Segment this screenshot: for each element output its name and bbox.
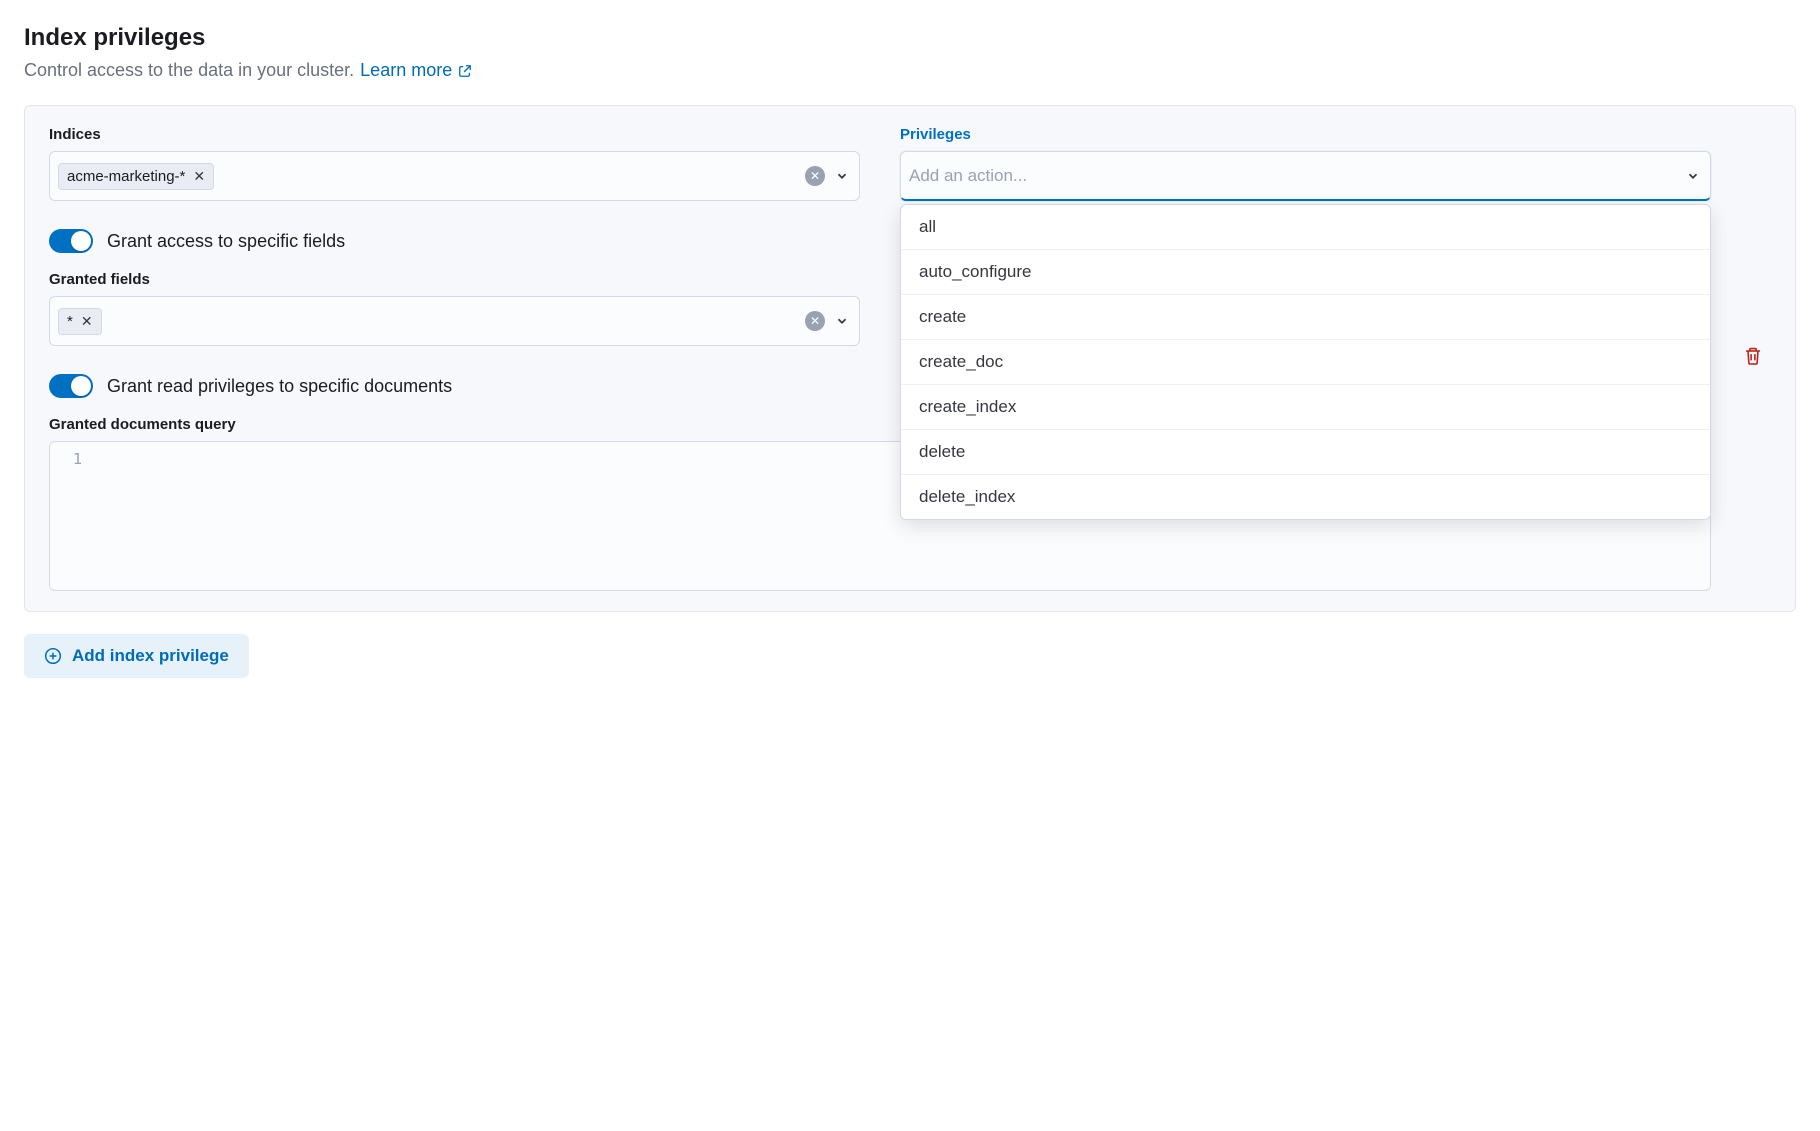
add-index-privilege-button[interactable]: Add index privilege [24, 634, 249, 678]
indices-label: Indices [49, 126, 860, 143]
indices-combobox[interactable]: acme-marketing-* ✕ ✕ [49, 151, 860, 201]
section-description-text: Control access to the data in your clust… [24, 60, 354, 81]
privilege-option-auto-configure[interactable]: auto_configure [901, 249, 1710, 294]
privilege-option-create[interactable]: create [901, 294, 1710, 339]
privilege-option-create-doc[interactable]: create_doc [901, 339, 1710, 384]
granted-fields-combobox[interactable]: * ✕ ✕ [49, 296, 860, 346]
clear-granted-fields-icon[interactable]: ✕ [805, 311, 825, 331]
privileges-input[interactable] [909, 152, 1676, 199]
privilege-panel: Indices acme-marketing-* ✕ ✕ Grant acces… [24, 105, 1796, 612]
grant-fields-toggle-label: Grant access to specific fields [107, 231, 345, 252]
privileges-label: Privileges [900, 126, 1711, 143]
privilege-option-delete[interactable]: delete [901, 429, 1710, 474]
indices-tag: acme-marketing-* ✕ [58, 163, 214, 190]
grant-docs-toggle[interactable] [49, 374, 93, 398]
plus-circle-icon [44, 647, 62, 665]
remove-tag-icon[interactable]: ✕ [193, 169, 205, 183]
privilege-option-create-index[interactable]: create_index [901, 384, 1710, 429]
granted-fields-input[interactable] [110, 297, 797, 345]
privilege-option-delete-index[interactable]: delete_index [901, 474, 1710, 519]
clear-indices-icon[interactable]: ✕ [805, 166, 825, 186]
learn-more-link[interactable]: Learn more [360, 60, 472, 81]
remove-tag-icon[interactable]: ✕ [81, 314, 93, 328]
granted-fields-tag-text: * [67, 313, 73, 330]
grant-docs-toggle-row: Grant read privileges to specific docume… [49, 374, 860, 398]
add-index-privilege-label: Add index privilege [72, 646, 229, 666]
chevron-down-icon[interactable] [1684, 167, 1702, 185]
grant-fields-toggle[interactable] [49, 229, 93, 253]
granted-fields-label: Granted fields [49, 271, 860, 288]
privileges-combobox[interactable] [900, 151, 1711, 201]
indices-input[interactable] [222, 152, 797, 200]
grant-docs-toggle-label: Grant read privileges to specific docume… [107, 376, 452, 397]
chevron-down-icon[interactable] [833, 312, 851, 330]
section-description: Control access to the data in your clust… [24, 60, 1796, 81]
chevron-down-icon[interactable] [833, 167, 851, 185]
learn-more-label: Learn more [360, 60, 452, 81]
granted-fields-tag: * ✕ [58, 308, 102, 335]
section-title: Index privileges [24, 24, 1796, 52]
privilege-option-all[interactable]: all [901, 205, 1710, 249]
popout-icon [458, 64, 472, 78]
indices-tag-text: acme-marketing-* [67, 168, 185, 185]
trash-icon[interactable] [1743, 346, 1763, 371]
privileges-dropdown: all auto_configure create create_doc cre… [900, 204, 1711, 520]
editor-line-number: 1 [62, 450, 82, 582]
grant-fields-toggle-row: Grant access to specific fields [49, 229, 860, 253]
